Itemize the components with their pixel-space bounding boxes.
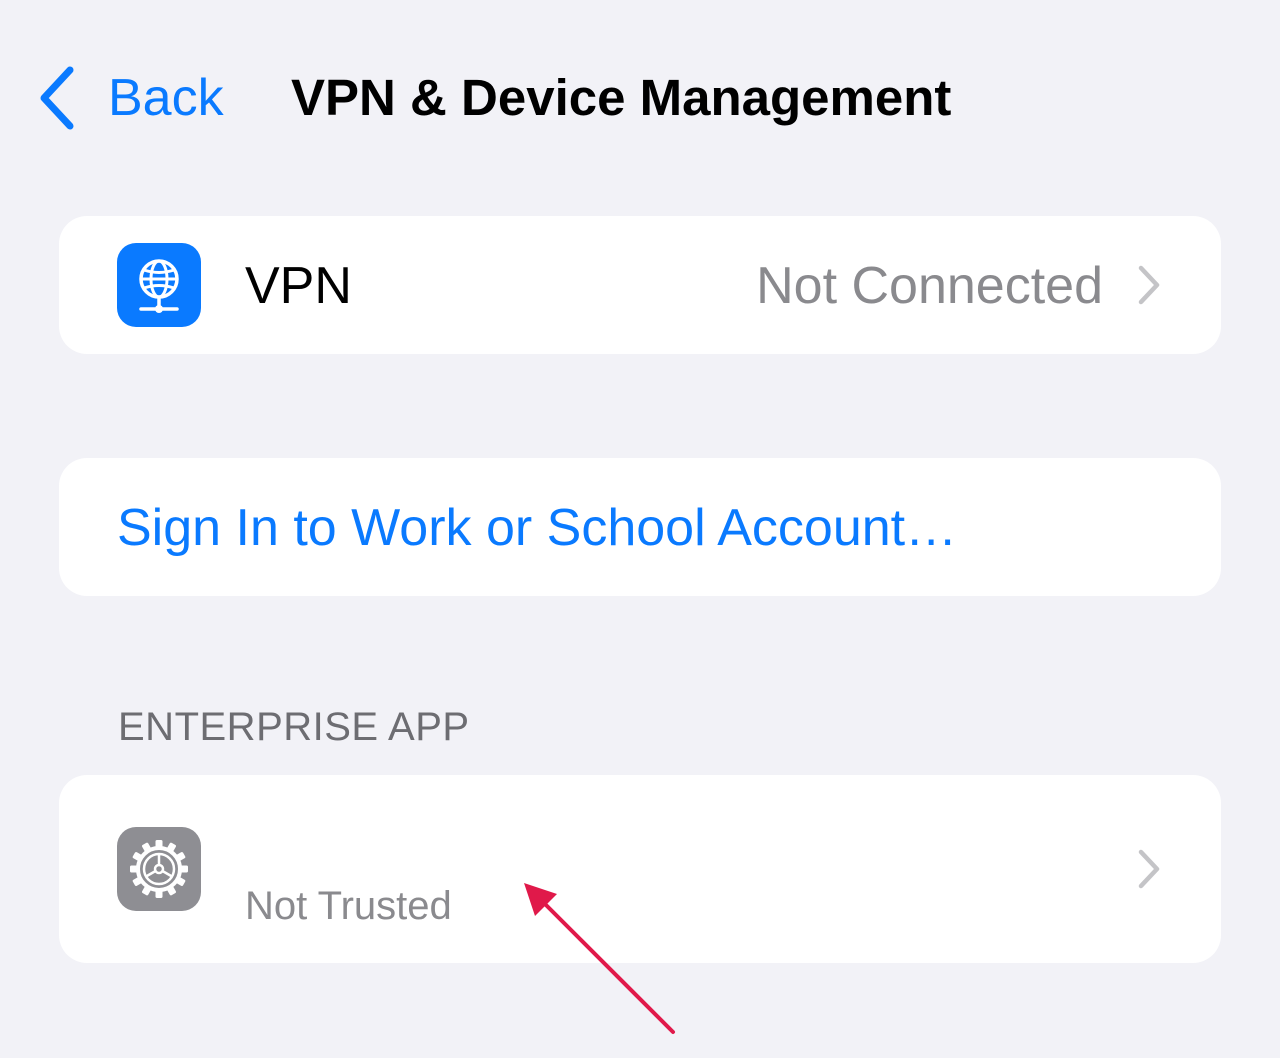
sign-in-work-school-link[interactable]: Sign In to Work or School Account… — [117, 498, 957, 558]
vpn-label: VPN — [245, 257, 352, 315]
page-title: VPN & Device Management — [291, 69, 952, 126]
back-label: Back — [108, 69, 224, 127]
settings-gear-icon — [117, 827, 201, 911]
globe-network-icon — [117, 243, 201, 327]
app-trust-status: Not Trusted — [245, 884, 452, 928]
sign-in-row[interactable]: Sign In to Work or School Account… — [59, 458, 1221, 596]
chevron-right-icon — [1138, 265, 1160, 305]
enterprise-app-row[interactable]: Not Trusted — [59, 775, 1221, 963]
back-button[interactable]: Back — [36, 62, 224, 134]
chevron-left-icon — [40, 66, 74, 130]
navigation-bar: Back VPN & Device Management — [0, 0, 1280, 190]
vpn-status: Not Connected — [756, 257, 1103, 315]
section-header-enterprise-app: ENTERPRISE APP — [118, 705, 470, 749]
chevron-right-icon — [1138, 849, 1160, 889]
vpn-row[interactable]: VPN Not Connected — [59, 216, 1221, 354]
